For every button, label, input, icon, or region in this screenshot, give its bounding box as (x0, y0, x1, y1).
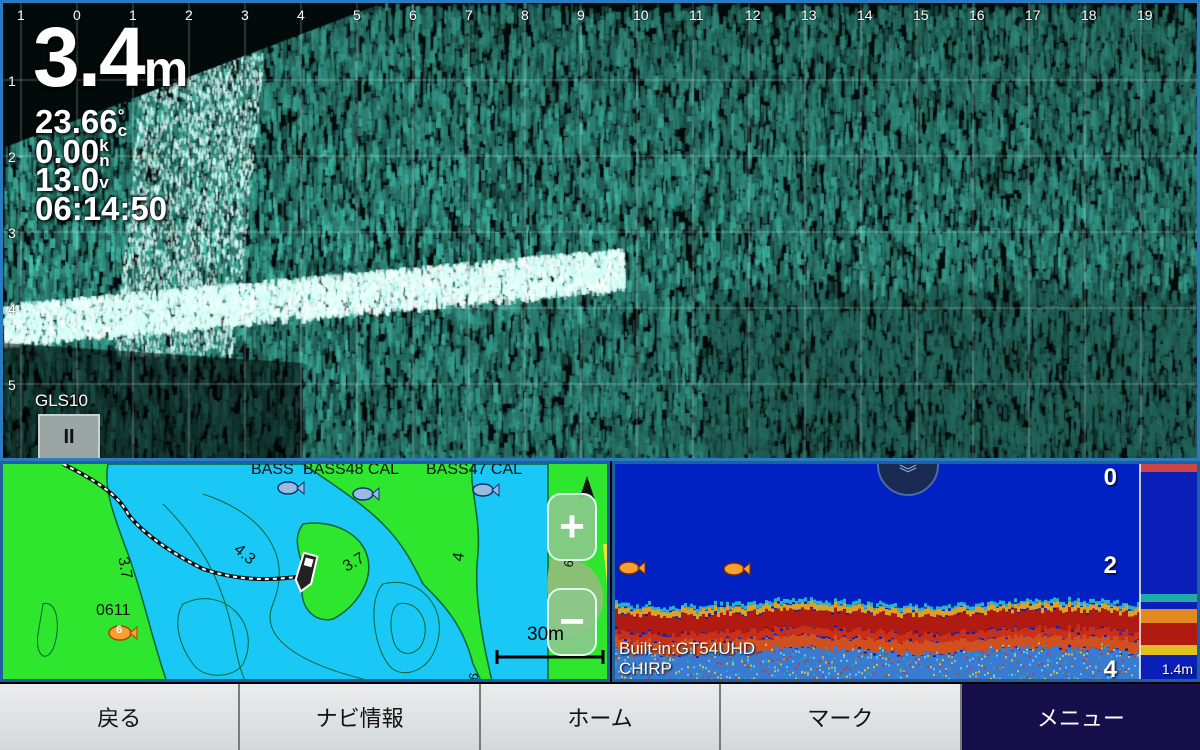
range-label: 1.4m (1161, 661, 1193, 677)
traditional-sonar-pane[interactable]: ︾ 0 2 4 Built-in:GT54UHD CHIRP 1.4m (612, 461, 1200, 682)
sonar-range-tick: 9 (577, 7, 585, 23)
zoom-in-button[interactable]: + (547, 493, 597, 561)
back-button[interactable]: 戻る (0, 684, 241, 750)
sonar-range-tick: 7 (465, 7, 473, 23)
depth-tick: 2 (1103, 552, 1117, 579)
water-area (106, 464, 481, 679)
sonar-depth-tick: 1 (8, 73, 16, 89)
sonar-depth-tick: 2 (8, 149, 16, 165)
sonar-source-label: GLS10 (35, 391, 88, 410)
map-scale-label: 30m (527, 624, 564, 645)
pause-button[interactable]: II (38, 414, 100, 458)
contour-label: 6 (465, 671, 482, 682)
map-graphic (36, 464, 607, 679)
chevron-down-icon: ︾ (899, 464, 917, 484)
depth-tick: 4 (1103, 656, 1117, 682)
sonar-range-tick: 14 (857, 7, 873, 23)
sonar-range-tick: 6 (409, 7, 417, 23)
map-label-bass48: BASS48 CAL (303, 461, 400, 478)
depth-unit: m (143, 41, 189, 97)
sonar-depth-tick: 4 (8, 301, 16, 317)
transducer-label: Built-in:GT54UHD (619, 639, 756, 658)
home-button[interactable]: ホーム (480, 684, 722, 750)
zoom-in-icon: + (559, 502, 585, 551)
fish-icon (618, 560, 646, 576)
depth-readout: 3.4m (33, 15, 188, 99)
pause-icon: II (63, 425, 75, 448)
water-temp-unit: °c (117, 106, 128, 141)
sonar-range-tick: 5 (353, 7, 361, 23)
menu-button[interactable]: メニュー (961, 684, 1200, 750)
bottom-nav-bar: 戻る ナビ情報 ホーム マーク メニュー (0, 684, 1200, 750)
sonar-mode-label: CHIRP (619, 659, 672, 678)
sonar-range-tick: 17 (1025, 7, 1041, 23)
sonar-range-tick: 12 (745, 7, 761, 23)
sonar-depth-tick: 5 (8, 377, 16, 393)
sonar-range-tick: 11 (689, 7, 704, 23)
sonar-range-tick: 8 (521, 7, 529, 23)
depth-value: 3.4 (33, 10, 146, 104)
time-readout: 06:14:50 (35, 190, 168, 227)
contour-line (36, 603, 58, 657)
sonar-range-tick: 13 (801, 7, 817, 23)
map-label-bass: BASS (251, 461, 294, 478)
waypoint-label[interactable]: 0611 (96, 602, 130, 620)
fish-icon (723, 561, 751, 577)
sonar-range-tick: 19 (1137, 7, 1153, 23)
sonar-range-tick: 15 (913, 7, 929, 23)
nav-info-button[interactable]: ナビ情報 (240, 684, 481, 750)
waypoint-number: 6 (116, 624, 123, 636)
map-label-bass47: BASS47 CAL (426, 461, 523, 478)
sonar-range-tick: 10 (633, 7, 649, 23)
sonar-range-tick: 1 (17, 7, 25, 23)
sonar-range-tick: 3 (241, 7, 249, 23)
sonar-range-tick: 18 (1081, 7, 1097, 23)
fish-icon (352, 486, 380, 502)
sonar-range-tick: 4 (297, 7, 305, 23)
chart-map-pane[interactable]: BASS BASS48 CAL BASS47 CAL 3.7 4.3 3.7 4… (0, 461, 610, 682)
shallow-area (603, 544, 607, 584)
sonar-depth-tick: 3 (8, 225, 16, 241)
sonar-range-tick: 16 (969, 7, 985, 23)
waypoint-fish-icon (108, 625, 138, 641)
mark-button[interactable]: マーク (721, 684, 962, 750)
depth-tick: 0 (1103, 464, 1117, 491)
contour-label: 3.7 (114, 555, 135, 581)
voltage-unit: v (99, 173, 109, 192)
livescope-sonar-pane[interactable]: 1 0 1 2 3 4 5 6 7 8 9 10 11 12 13 14 15 16 17 18 19 1 2 3 4 5 3.4… (0, 0, 1200, 461)
